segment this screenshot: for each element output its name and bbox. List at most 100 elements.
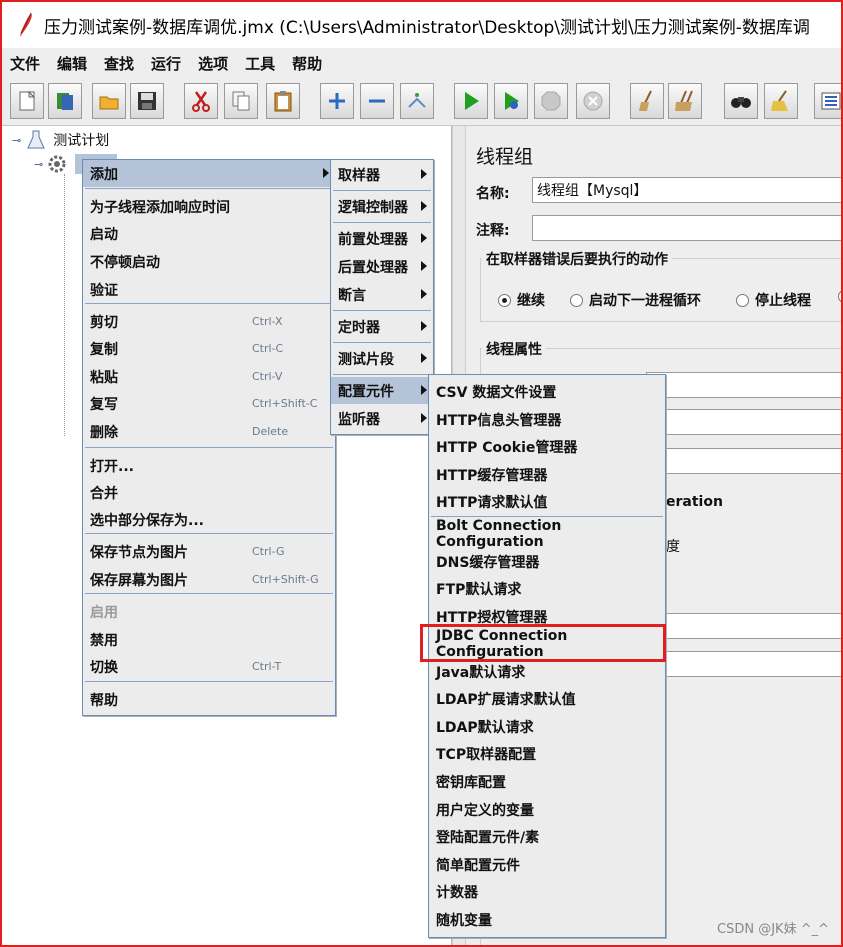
config-element-item[interactable]: DNS缓存管理器 (429, 548, 665, 575)
stop-button[interactable] (534, 83, 568, 119)
ramp-up-field[interactable] (646, 409, 841, 435)
config-element-item[interactable]: CSV 数据文件设置 (429, 378, 665, 405)
menu-item-accelerator: Ctrl-V (252, 370, 283, 383)
reset-search-button[interactable] (764, 83, 798, 119)
context-menu-item-disable[interactable]: 禁用 (83, 626, 335, 653)
config-element-item[interactable]: LDAP扩展请求默认值 (429, 685, 665, 712)
add-submenu-item-pre-processor[interactable]: 前置处理器 (331, 225, 433, 252)
delay-label: 度 (666, 539, 680, 555)
add-submenu-item-assertion[interactable]: 断言 (331, 281, 433, 308)
name-label: 名称: (476, 186, 510, 202)
config-element-item[interactable]: TCP取样器配置 (429, 740, 665, 767)
tree-node-test-plan[interactable]: ⊸ 测试计划 (12, 130, 109, 150)
context-menu-item-duplicate[interactable]: 复写 Ctrl+Shift-C (83, 390, 335, 417)
gear-icon (48, 155, 66, 173)
collapse-all-button[interactable] (360, 83, 394, 119)
comment-field[interactable] (532, 215, 841, 241)
context-menu-item-add[interactable]: 添加 (83, 160, 335, 187)
config-element-item[interactable]: 登陆配置元件/素 (429, 823, 665, 850)
start-no-pause-button[interactable] (494, 83, 528, 119)
config-element-item[interactable]: 密钥库配置 (429, 768, 665, 795)
context-menu-item-validate[interactable]: 验证 (83, 276, 335, 303)
context-menu-item-save-screen-as-image[interactable]: 保存屏幕为图片 Ctrl+Shift-G (83, 566, 335, 593)
menu-edit[interactable]: 编辑 (57, 53, 87, 74)
menu-help[interactable]: 帮助 (292, 53, 322, 74)
new-button[interactable] (10, 83, 44, 119)
menu-item-label: FTP默认请求 (436, 581, 522, 598)
toggle-button[interactable] (400, 83, 434, 119)
search-button[interactable] (724, 83, 758, 119)
radio-stop-thread[interactable]: 停止线程 (736, 290, 811, 310)
add-submenu-item-logic-controller[interactable]: 逻辑控制器 (331, 193, 433, 220)
config-element-item[interactable]: Bolt Connection Configuration (429, 517, 665, 550)
config-element-item[interactable]: FTP默认请求 (429, 575, 665, 602)
context-menu-item-merge[interactable]: 合并 (83, 479, 335, 506)
reset-search-icon (771, 90, 788, 111)
add-submenu-item-sampler[interactable]: 取样器 (331, 161, 433, 188)
add-submenu-item-test-fragment[interactable]: 测试片段 (331, 345, 433, 372)
context-menu-item-open[interactable]: 打开... (83, 452, 335, 479)
context-menu-item-enable[interactable]: 启用 (83, 598, 335, 625)
config-element-item[interactable]: LDAP默认请求 (429, 713, 665, 740)
menu-file[interactable]: 文件 (10, 53, 40, 74)
config-element-item[interactable]: 用户定义的变量 (429, 796, 665, 823)
menu-item-label: 随机变量 (436, 912, 492, 929)
radio-start-next-loop[interactable]: 启动下一进程循环 (570, 290, 701, 310)
config-element-item[interactable]: 计数器 (429, 878, 665, 905)
clear-button[interactable] (630, 83, 664, 119)
cut-button[interactable] (184, 83, 218, 119)
add-submenu-item-config-element[interactable]: 配置元件 (331, 377, 433, 404)
config-element-item[interactable]: 随机变量 (429, 906, 665, 933)
context-menu-item-save-node-as-image[interactable]: 保存节点为图片 Ctrl-G (83, 538, 335, 565)
config-element-item[interactable]: Java默认请求 (429, 658, 665, 685)
context-menu-item-save-selection-as[interactable]: 选中部分保存为... (83, 506, 335, 533)
context-menu-item-start-no-pause[interactable]: 不停顿启动 (83, 248, 335, 275)
templates-icon (57, 93, 73, 110)
add-submenu-item-listener[interactable]: 监听器 (331, 405, 433, 432)
open-button[interactable] (92, 83, 126, 119)
menu-item-label: 测试片段 (338, 351, 394, 368)
clear-all-button[interactable] (668, 83, 702, 119)
radio-continue[interactable]: 继续 (498, 290, 545, 310)
name-field[interactable]: 线程组【Mysql】 (532, 177, 841, 203)
config-element-item[interactable]: HTTP信息头管理器 (429, 406, 665, 433)
menu-run[interactable]: 运行 (151, 53, 181, 74)
threads-field[interactable] (646, 372, 841, 398)
menu-options[interactable]: 选项 (198, 53, 228, 74)
tree-handle-icon: ⊸ (34, 157, 44, 171)
menu-tools[interactable]: 工具 (245, 53, 275, 74)
context-menu-item-copy[interactable]: 复制 Ctrl-C (83, 335, 335, 362)
config-element-item[interactable]: 简单配置元件 (429, 851, 665, 878)
context-menu-item-add-response-time[interactable]: 为子线程添加响应时间 (83, 193, 335, 220)
config-element-item[interactable]: HTTP请求默认值 (429, 488, 665, 515)
save-button[interactable] (130, 83, 164, 119)
context-menu-item-delete[interactable]: 删除 Delete (83, 418, 335, 445)
menu-search[interactable]: 查找 (104, 53, 134, 74)
startup-delay-field[interactable] (646, 651, 841, 677)
templates-button[interactable] (48, 83, 82, 119)
context-menu-item-cut[interactable]: 剪切 Ctrl-X (83, 308, 335, 335)
context-menu-item-paste[interactable]: 粘贴 Ctrl-V (83, 363, 335, 390)
shutdown-button[interactable] (576, 83, 610, 119)
context-menu-item-toggle[interactable]: 切换 Ctrl-T (83, 653, 335, 680)
loop-count-field[interactable] (646, 448, 841, 474)
start-button[interactable] (454, 83, 488, 119)
menu-item-label: 启动 (90, 226, 118, 243)
add-submenu-item-post-processor[interactable]: 后置处理器 (331, 253, 433, 280)
expand-all-button[interactable] (320, 83, 354, 119)
menu-item-label: Bolt Connection Configuration (436, 517, 562, 550)
context-menu-item-start[interactable]: 启动 (83, 220, 335, 247)
duration-field[interactable] (646, 613, 841, 639)
radio-more[interactable] (838, 290, 841, 303)
add-submenu: 取样器逻辑控制器前置处理器 后置处理器 断言定时器测试片段配置元件 监听器 (330, 159, 434, 435)
paste-button[interactable] (266, 83, 300, 119)
function-helper-button[interactable] (814, 83, 841, 119)
copy-button[interactable] (224, 83, 258, 119)
add-submenu-item-timer[interactable]: 定时器 (331, 313, 433, 340)
config-element-item[interactable]: HTTP缓存管理器 (429, 461, 665, 488)
config-element-item[interactable]: HTTP Cookie管理器 (429, 433, 665, 460)
save-icon (138, 92, 156, 110)
context-menu-item-help[interactable]: 帮助 (83, 686, 335, 713)
clear-all-icon (675, 90, 693, 111)
menu-separator (85, 303, 333, 304)
